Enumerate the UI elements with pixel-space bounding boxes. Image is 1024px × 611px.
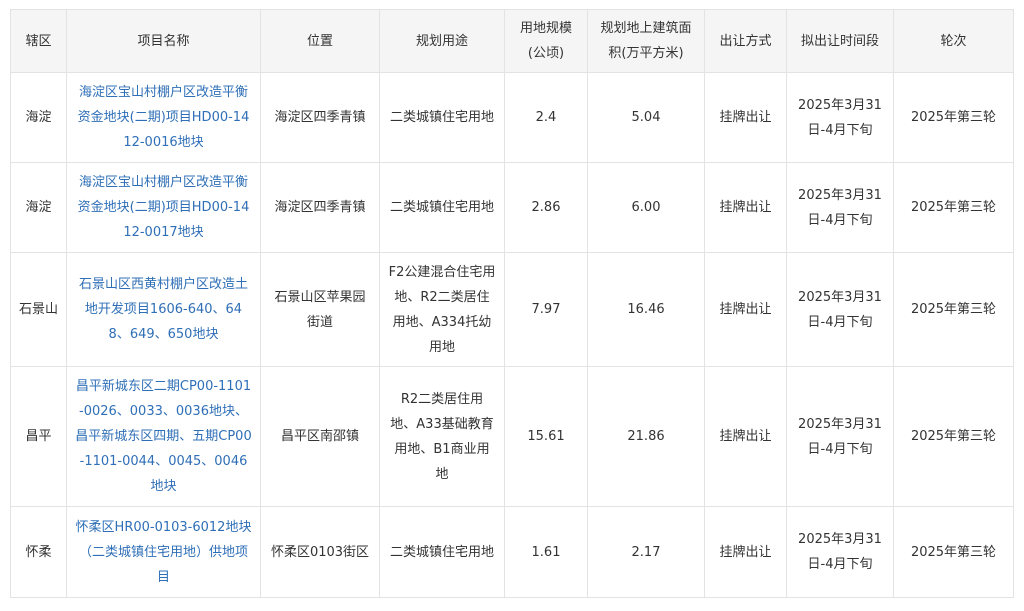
cell-planned-use: 二类城镇住宅用地 bbox=[379, 72, 505, 163]
header-project-name: 项目名称 bbox=[66, 9, 261, 73]
cell-location: 海淀区四季青镇 bbox=[260, 162, 380, 253]
cell-transfer-method: 挂牌出让 bbox=[704, 162, 787, 253]
cell-planned-use: R2二类居住用地、A33基础教育用地、B1商业用地 bbox=[379, 366, 505, 507]
cell-land-area: 2.86 bbox=[504, 162, 588, 253]
cell-district: 昌平 bbox=[10, 366, 67, 507]
land-plan-table: 辖区 项目名称 位置 规划用途 用地规模(公顷) 规划地上建筑面积(万平方米) … bbox=[10, 9, 1014, 598]
cell-planned-use: 二类城镇住宅用地 bbox=[379, 506, 505, 598]
cell-round: 2025年第三轮 bbox=[893, 506, 1014, 598]
header-round: 轮次 bbox=[893, 9, 1014, 73]
land-plan-table-container: 辖区 项目名称 位置 规划用途 用地规模(公顷) 规划地上建筑面积(万平方米) … bbox=[10, 9, 1014, 598]
cell-transfer-method: 挂牌出让 bbox=[704, 252, 787, 367]
cell-floor-area: 5.04 bbox=[587, 72, 705, 163]
header-floor-area: 规划地上建筑面积(万平方米) bbox=[587, 9, 705, 73]
cell-transfer-method: 挂牌出让 bbox=[704, 506, 787, 598]
cell-land-area: 2.4 bbox=[504, 72, 588, 163]
cell-land-area: 15.61 bbox=[504, 366, 588, 507]
cell-transfer-period: 2025年3月31日-4月下旬 bbox=[786, 506, 894, 598]
cell-planned-use: 二类城镇住宅用地 bbox=[379, 162, 505, 253]
cell-floor-area: 21.86 bbox=[587, 366, 705, 507]
cell-round: 2025年第三轮 bbox=[893, 252, 1014, 367]
table-header-row: 辖区 项目名称 位置 规划用途 用地规模(公顷) 规划地上建筑面积(万平方米) … bbox=[10, 9, 1014, 73]
cell-location: 海淀区四季青镇 bbox=[260, 72, 380, 163]
table-row: 石景山 石景山区西黄村棚户区改造土地开发项目1606-640、648、649、6… bbox=[10, 252, 1014, 367]
cell-district: 石景山 bbox=[10, 252, 67, 367]
cell-floor-area: 16.46 bbox=[587, 252, 705, 367]
cell-transfer-period: 2025年3月31日-4月下旬 bbox=[786, 252, 894, 367]
cell-planned-use: F2公建混合住宅用地、R2二类居住用地、A334托幼用地 bbox=[379, 252, 505, 367]
cell-transfer-method: 挂牌出让 bbox=[704, 366, 787, 507]
cell-floor-area: 6.00 bbox=[587, 162, 705, 253]
table-row: 怀柔 怀柔区HR00-0103-6012地块（二类城镇住宅用地）供地项目 怀柔区… bbox=[10, 506, 1014, 598]
project-name-link[interactable]: 海淀区宝山村棚户区改造平衡资金地块(二期)项目HD00-1412-0017地块 bbox=[66, 162, 261, 253]
cell-transfer-period: 2025年3月31日-4月下旬 bbox=[786, 366, 894, 507]
table-row: 昌平 昌平新城东区二期CP00-1101-0026、0033、0036地块、昌平… bbox=[10, 366, 1014, 507]
header-planned-use: 规划用途 bbox=[379, 9, 505, 73]
cell-land-area: 1.61 bbox=[504, 506, 588, 598]
project-name-link[interactable]: 怀柔区HR00-0103-6012地块（二类城镇住宅用地）供地项目 bbox=[66, 506, 261, 598]
cell-district: 怀柔 bbox=[10, 506, 67, 598]
header-land-area: 用地规模(公顷) bbox=[504, 9, 588, 73]
header-location: 位置 bbox=[260, 9, 380, 73]
cell-transfer-period: 2025年3月31日-4月下旬 bbox=[786, 162, 894, 253]
cell-district: 海淀 bbox=[10, 162, 67, 253]
project-name-link[interactable]: 昌平新城东区二期CP00-1101-0026、0033、0036地块、昌平新城东… bbox=[66, 366, 261, 507]
cell-location: 石景山区苹果园街道 bbox=[260, 252, 380, 367]
header-district: 辖区 bbox=[10, 9, 67, 73]
cell-location: 怀柔区0103街区 bbox=[260, 506, 380, 598]
cell-district: 海淀 bbox=[10, 72, 67, 163]
table-row: 海淀 海淀区宝山村棚户区改造平衡资金地块(二期)项目HD00-1412-0016… bbox=[10, 72, 1014, 163]
project-name-link[interactable]: 海淀区宝山村棚户区改造平衡资金地块(二期)项目HD00-1412-0016地块 bbox=[66, 72, 261, 163]
cell-round: 2025年第三轮 bbox=[893, 366, 1014, 507]
table-row: 海淀 海淀区宝山村棚户区改造平衡资金地块(二期)项目HD00-1412-0017… bbox=[10, 162, 1014, 253]
cell-land-area: 7.97 bbox=[504, 252, 588, 367]
header-transfer-period: 拟出让时间段 bbox=[786, 9, 894, 73]
project-name-link[interactable]: 石景山区西黄村棚户区改造土地开发项目1606-640、648、649、650地块 bbox=[66, 252, 261, 367]
cell-round: 2025年第三轮 bbox=[893, 72, 1014, 163]
cell-transfer-period: 2025年3月31日-4月下旬 bbox=[786, 72, 894, 163]
cell-floor-area: 2.17 bbox=[587, 506, 705, 598]
cell-transfer-method: 挂牌出让 bbox=[704, 72, 787, 163]
header-transfer-method: 出让方式 bbox=[704, 9, 787, 73]
cell-location: 昌平区南邵镇 bbox=[260, 366, 380, 507]
cell-round: 2025年第三轮 bbox=[893, 162, 1014, 253]
